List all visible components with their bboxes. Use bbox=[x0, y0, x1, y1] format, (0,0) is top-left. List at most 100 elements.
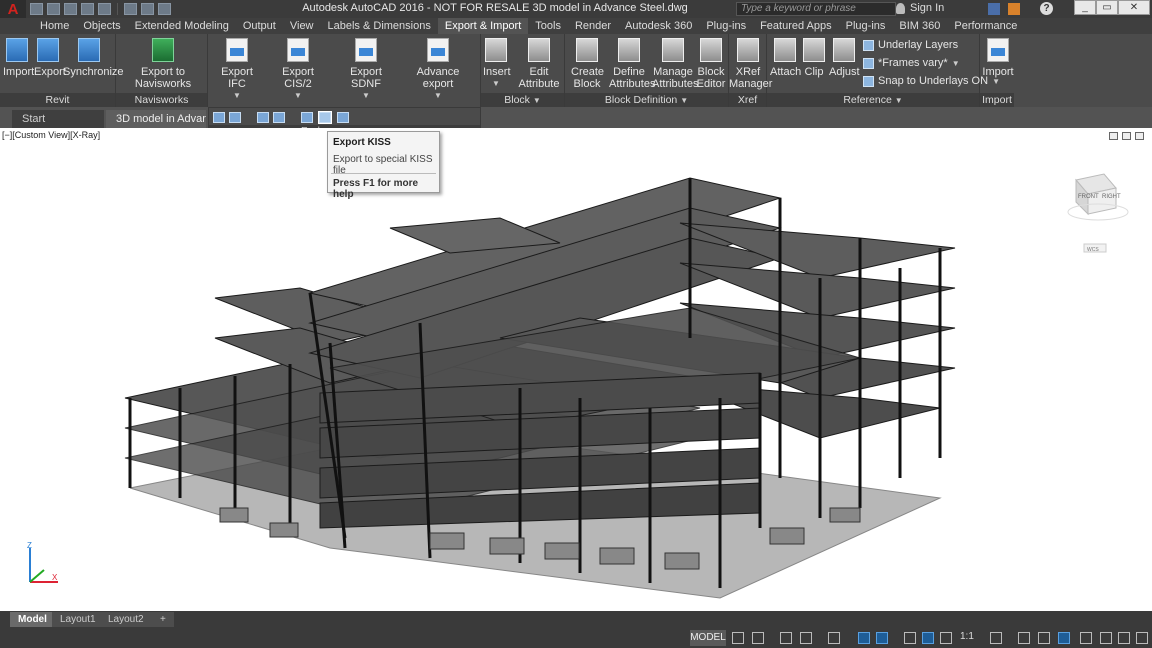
clean-screen-icon[interactable] bbox=[1118, 632, 1130, 644]
viewcube-right-label: RIGHT bbox=[1102, 194, 1121, 200]
viewcube[interactable]: FRONT RIGHT WCS bbox=[1064, 170, 1136, 260]
share-icon[interactable] bbox=[158, 3, 171, 15]
ribbon-tab-bar: Home Objects Extended Modeling Output Vi… bbox=[0, 18, 1152, 34]
insert-button[interactable]: Insert ▼ bbox=[483, 38, 511, 90]
tab-model[interactable]: Model bbox=[10, 612, 55, 627]
block-editor-button[interactable]: Block Editor bbox=[695, 38, 727, 90]
workspace-gear-icon[interactable] bbox=[990, 632, 1002, 644]
sign-in-button[interactable]: Sign In bbox=[910, 2, 944, 14]
tab-extended-modeling[interactable]: Extended Modeling bbox=[128, 18, 236, 34]
tab-autodesk-360[interactable]: Autodesk 360 bbox=[618, 18, 699, 34]
export-sdnf-button[interactable]: Export SDNF ▼ bbox=[338, 38, 394, 102]
export-cis2-button[interactable]: Export CIS/2 ▼ bbox=[272, 38, 324, 102]
annotation-monitor-icon[interactable] bbox=[1018, 632, 1030, 644]
tooltip-export-kiss: Export KISS Export to special KISS file … bbox=[327, 131, 440, 200]
search-input[interactable]: Type a keyword or phrase bbox=[736, 2, 896, 16]
import-kiss-icon[interactable] bbox=[337, 112, 349, 123]
manage-attributes-icon bbox=[662, 38, 684, 62]
tab-featured-apps[interactable]: Featured Apps bbox=[753, 18, 839, 34]
save-as-icon[interactable] bbox=[81, 3, 94, 15]
autoscale-icon[interactable] bbox=[940, 632, 952, 644]
revit-import-button[interactable]: Import bbox=[3, 38, 34, 78]
tab-tools[interactable]: Tools bbox=[528, 18, 568, 34]
close-button[interactable]: ✕ bbox=[1118, 0, 1150, 15]
tab-plug-ins[interactable]: Plug-ins bbox=[699, 18, 753, 34]
edit-attribute-button[interactable]: Edit Attribute bbox=[515, 38, 563, 90]
xref-manager-button[interactable]: XRef Manager bbox=[729, 38, 772, 90]
file-tab-3d-model[interactable]: 3D model in Advance S bbox=[106, 110, 206, 128]
tab-objects[interactable]: Objects bbox=[76, 18, 127, 34]
lineweight-icon[interactable] bbox=[904, 632, 916, 644]
annotation-scale[interactable]: 1:1 bbox=[960, 631, 974, 642]
isodraft-icon[interactable] bbox=[828, 632, 840, 644]
units-icon[interactable] bbox=[1038, 632, 1050, 644]
lock-ui-icon[interactable] bbox=[1080, 632, 1092, 644]
tab-home[interactable]: Home bbox=[33, 18, 76, 34]
tab-plug-ins-2[interactable]: Plug-ins bbox=[839, 18, 893, 34]
save-icon[interactable] bbox=[64, 3, 77, 15]
export-ifc-button[interactable]: Export IFC ▼ bbox=[214, 38, 260, 102]
add-layout-button[interactable]: + bbox=[152, 612, 174, 627]
tab-output[interactable]: Output bbox=[236, 18, 283, 34]
new-icon[interactable] bbox=[30, 3, 43, 15]
export-kis-icon[interactable] bbox=[213, 112, 225, 123]
restore-button[interactable]: ▭ bbox=[1096, 0, 1118, 15]
file-tab-start[interactable]: Start bbox=[12, 110, 104, 128]
tab-view[interactable]: View bbox=[283, 18, 321, 34]
viewcube-front-label: FRONT bbox=[1078, 194, 1099, 200]
export-to-navisworks-button[interactable]: Export to Navisworks bbox=[118, 38, 208, 90]
panel-title-block[interactable]: Block ▼ bbox=[481, 93, 564, 107]
tab-layout1[interactable]: Layout1 bbox=[52, 612, 104, 627]
object-snap-tracking-icon[interactable] bbox=[858, 632, 870, 644]
tab-layout2[interactable]: Layout2 bbox=[100, 612, 152, 627]
svg-text:Z: Z bbox=[27, 541, 32, 550]
frames-vary-dropdown[interactable]: *Frames vary* ▼ bbox=[863, 57, 960, 69]
adjust-button[interactable]: Adjust bbox=[829, 38, 860, 78]
panel-title-reference[interactable]: Reference ▼ bbox=[767, 93, 979, 107]
panel-title-xref: Xref bbox=[729, 93, 766, 107]
exchange-apps-icon[interactable] bbox=[988, 3, 1000, 15]
redo-icon[interactable] bbox=[141, 3, 154, 15]
tab-performance[interactable]: Performance bbox=[947, 18, 1024, 34]
ortho-icon[interactable] bbox=[780, 632, 792, 644]
plot-icon[interactable] bbox=[98, 3, 111, 15]
tab-render[interactable]: Render bbox=[568, 18, 618, 34]
help-icon[interactable]: ? bbox=[1040, 2, 1053, 15]
tab-export-import[interactable]: Export & Import bbox=[437, 18, 529, 34]
revit-export-button[interactable]: Export bbox=[34, 38, 66, 78]
import-pss-icon[interactable] bbox=[273, 112, 285, 123]
clip-button[interactable]: Clip bbox=[803, 38, 825, 78]
polar-tracking-icon[interactable] bbox=[800, 632, 812, 644]
application-menu-icon[interactable]: A bbox=[0, 0, 26, 18]
import-button[interactable]: Import bbox=[982, 38, 1014, 78]
object-snap-icon[interactable] bbox=[876, 632, 888, 644]
underlay-layers-label: Underlay Layers bbox=[878, 39, 959, 51]
revit-export-label: Export bbox=[34, 66, 66, 78]
attach-button[interactable]: Attach bbox=[770, 38, 801, 78]
panel-title-block-definition[interactable]: Block Definition ▼ bbox=[565, 93, 728, 107]
grid-icon[interactable] bbox=[732, 632, 744, 644]
stay-connected-icon[interactable] bbox=[1008, 3, 1020, 15]
export-kiss-icon[interactable] bbox=[318, 111, 332, 124]
define-attributes-button[interactable]: Define Attributes bbox=[609, 38, 655, 90]
export-pss-icon[interactable] bbox=[257, 112, 269, 123]
minimize-button[interactable]: _ bbox=[1074, 0, 1096, 15]
import-kis-icon[interactable] bbox=[229, 112, 241, 123]
export-stp-icon[interactable] bbox=[301, 112, 313, 123]
customization-menu-icon[interactable] bbox=[1136, 632, 1148, 644]
isolate-objects-icon[interactable] bbox=[1100, 632, 1112, 644]
create-block-button[interactable]: Create Block bbox=[571, 38, 604, 90]
revit-synchronize-button[interactable]: Synchronize bbox=[63, 38, 124, 78]
snap-mode-icon[interactable] bbox=[752, 632, 764, 644]
open-icon[interactable] bbox=[47, 3, 60, 15]
advance-export-button[interactable]: Advance export ▼ bbox=[404, 38, 472, 102]
undo-icon[interactable] bbox=[124, 3, 137, 15]
model-space-button[interactable]: MODEL bbox=[690, 630, 726, 646]
manage-attributes-button[interactable]: Manage Attributes bbox=[652, 38, 698, 90]
drawing-viewport[interactable]: [−][Custom View][X-Ray] Z X bbox=[0, 128, 1152, 611]
annotation-visibility-icon[interactable] bbox=[922, 632, 934, 644]
quick-properties-icon[interactable] bbox=[1058, 632, 1070, 644]
tab-labels-dimensions[interactable]: Labels & Dimensions bbox=[321, 18, 438, 34]
underlay-layers-button[interactable]: Underlay Layers bbox=[863, 39, 958, 51]
tab-bim-360[interactable]: BIM 360 bbox=[892, 18, 947, 34]
